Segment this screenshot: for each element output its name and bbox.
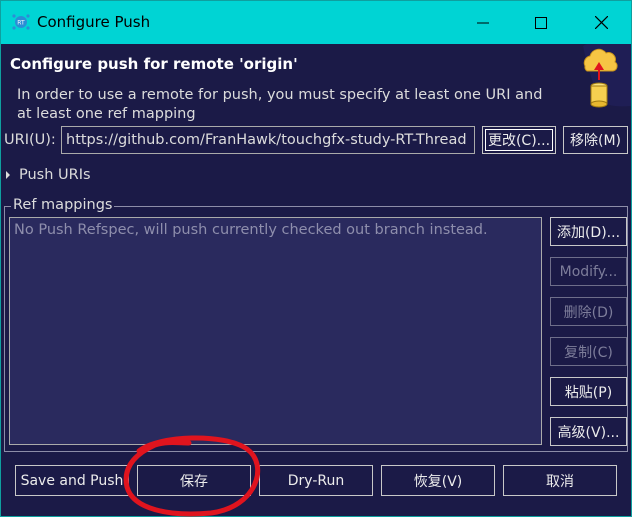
close-icon bbox=[594, 16, 608, 29]
maximize-button[interactable] bbox=[511, 1, 571, 44]
change-uri-button[interactable]: 更改(C)... bbox=[482, 126, 556, 154]
add-ref-button[interactable]: 添加(D)... bbox=[550, 217, 627, 246]
push-uris-label: Push URIs bbox=[19, 167, 91, 183]
maximize-icon bbox=[535, 16, 547, 29]
header-description-line2: at least one ref mapping bbox=[17, 106, 196, 122]
push-cloud-icon bbox=[583, 44, 631, 108]
ref-mappings-label: Ref mappings bbox=[11, 197, 115, 213]
copy-ref-button[interactable]: 复制(C) bbox=[550, 337, 627, 366]
remove-uri-button[interactable]: 移除(M) bbox=[563, 126, 628, 154]
dry-run-button[interactable]: Dry-Run bbox=[259, 465, 373, 496]
advanced-ref-button[interactable]: 高级(V)... bbox=[550, 417, 627, 446]
uri-label: URI(U): bbox=[4, 132, 56, 148]
header-description-line1: In order to use a remote for push, you m… bbox=[17, 87, 543, 103]
svg-text:RT: RT bbox=[17, 20, 25, 27]
minimize-button[interactable] bbox=[453, 1, 513, 44]
revert-button[interactable]: 恢复(V) bbox=[381, 465, 495, 496]
header-description: In order to use a remote for push, you m… bbox=[17, 86, 547, 124]
paste-ref-button[interactable]: 粘贴(P) bbox=[550, 377, 627, 406]
dialog-header: Configure push for remote 'origin' In or… bbox=[1, 44, 631, 122]
ref-mappings-list[interactable]: No Push Refspec, will push currently che… bbox=[9, 217, 542, 445]
title-bar: RT Configure Push bbox=[1, 1, 631, 44]
modify-ref-button[interactable]: Modify... bbox=[550, 257, 627, 286]
expand-triangle-icon bbox=[6, 171, 10, 179]
ref-mappings-placeholder: No Push Refspec, will push currently che… bbox=[14, 222, 488, 238]
header-title: Configure push for remote 'origin' bbox=[10, 55, 298, 73]
close-button[interactable] bbox=[571, 1, 631, 44]
uri-field[interactable]: https://github.com/FranHawk/touchgfx-stu… bbox=[61, 126, 475, 154]
push-uris-section[interactable]: Push URIs bbox=[6, 167, 91, 183]
configure-push-dialog: RT Configure Push Configure push for rem… bbox=[0, 0, 632, 517]
save-button[interactable]: 保存 bbox=[137, 465, 251, 496]
minimize-icon bbox=[477, 22, 489, 23]
delete-ref-button[interactable]: 删除(D) bbox=[550, 297, 627, 326]
app-icon: RT bbox=[12, 14, 30, 30]
window-title: Configure Push bbox=[37, 13, 151, 31]
save-and-push-button[interactable]: Save and Push bbox=[15, 465, 129, 496]
cancel-button[interactable]: 取消 bbox=[503, 465, 617, 496]
